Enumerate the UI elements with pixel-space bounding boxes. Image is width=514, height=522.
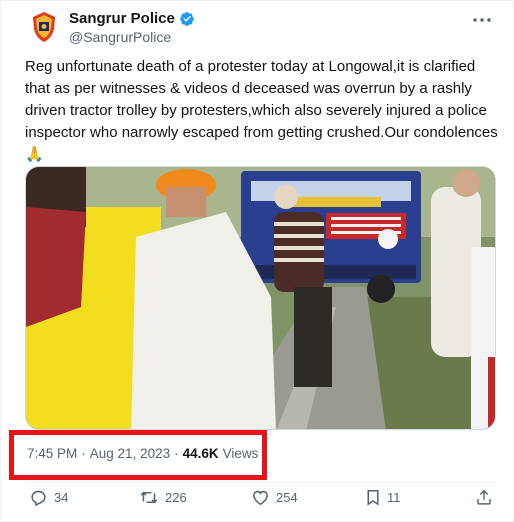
reply-icon [31,490,46,507]
tweet-meta: 7:45 PM · Aug 21, 2023 · 44.6K Views [27,446,258,461]
share-button[interactable] [475,488,493,507]
repost-icon [140,491,158,504]
repost-button[interactable]: 226 [139,488,187,507]
author-name-row[interactable]: Sangrur Police [69,10,195,27]
tweet-card: Sangrur Police @SangrurPolice Reg unfort… [0,0,514,522]
video-frame [26,167,495,429]
tweet-date[interactable]: Aug 21, 2023 [90,446,170,461]
divider [25,482,496,483]
meta-separator: · [81,446,86,461]
reply-button[interactable]: 34 [29,488,68,507]
tweet-time[interactable]: 7:45 PM [27,446,77,461]
bookmark-count: 11 [387,490,401,505]
reply-count: 34 [54,490,69,505]
share-icon [477,489,491,505]
views-label: Views [222,446,259,461]
heart-icon [253,490,268,506]
avatar[interactable] [26,9,62,45]
author-handle[interactable]: @SangrurPolice [69,29,171,45]
folded-hands-emoji: 🙏 [25,146,44,163]
tweet-body: Reg unfortunate death of a protester tod… [25,58,502,141]
tweet-text: Reg unfortunate death of a protester tod… [25,56,501,166]
meta-separator: · [174,446,179,461]
repost-count: 226 [165,490,187,505]
like-count: 254 [276,490,298,505]
bookmark-button[interactable]: 11 [365,488,401,507]
author-display-name[interactable]: Sangrur Police [69,10,175,27]
bookmark-icon [367,490,379,506]
tweet-video[interactable] [25,166,496,430]
verified-badge-icon [179,11,195,27]
police-badge-icon [33,12,55,42]
more-options-icon[interactable] [471,11,493,29]
views-count: 44.6K [182,446,219,461]
like-button[interactable]: 254 [251,488,298,507]
